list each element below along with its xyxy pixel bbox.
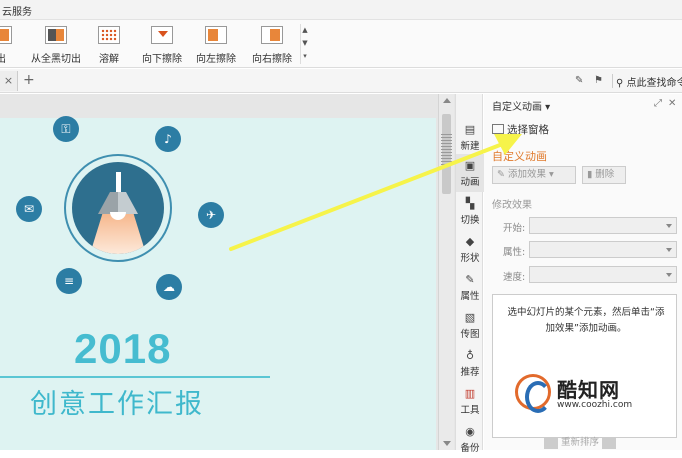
coozhi-logo-icon <box>515 374 551 413</box>
speed-label: 速度: <box>503 272 526 283</box>
canvas-margin <box>0 94 436 118</box>
animation-ribbon: 出 从全黑切出 溶解 向下擦除 向左擦除 向右擦除 ▲ ▼ ▾ <box>0 20 682 68</box>
watermark-name: 酷知网 <box>557 378 620 402</box>
gallery-down-icon[interactable]: ▼ <box>301 37 309 50</box>
ribbon-item-dissolve[interactable]: 溶解 <box>94 24 124 65</box>
slide-subtitle[interactable]: 创意工作汇报 <box>30 382 204 421</box>
wipe-down-icon <box>151 26 173 44</box>
strip-item-new[interactable]: ▤ 新建 <box>456 118 484 156</box>
strip-item-upload-image[interactable]: ▧ 传图 <box>456 306 484 344</box>
ribbon-item-wipe-left[interactable]: 向左擦除 <box>194 24 238 65</box>
task-pane-strip: ▤ 新建 ▣ 动画 ▚ 切换 ◆ 形状 ✎ 属性 ▧ 传图 ♁ 推荐 ▥ 工具 … <box>455 94 484 454</box>
lamp-shade <box>98 192 138 214</box>
command-search[interactable]: ⚲ 点此查找命令 <box>612 74 682 88</box>
animation-list[interactable]: 选中幻灯片的某个元素，然后单击“添加效果”添加动画。 <box>492 294 677 438</box>
chat-icon[interactable]: ✉ <box>16 196 42 222</box>
start-select[interactable] <box>529 217 677 234</box>
bird-icon[interactable]: ✈ <box>198 202 224 228</box>
strip-item-tools[interactable]: ▥ 工具 <box>456 382 484 420</box>
ribbon-item-wipe-down[interactable]: 向下擦除 <box>140 24 184 65</box>
cloud-service-label[interactable]: 云服务 <box>2 3 32 18</box>
lamp-light <box>90 214 146 254</box>
canvas-scrollbar[interactable] <box>438 94 454 450</box>
scroll-down-icon[interactable] <box>443 441 451 446</box>
new-doc-icon: ▤ <box>464 123 476 136</box>
flag-icon[interactable]: ⚑ <box>594 75 606 87</box>
trash-icon: ▮ <box>587 169 593 180</box>
command-search-label: 点此查找命令 <box>626 78 682 88</box>
panel-title-dropdown[interactable]: 自定义动画 ▾ <box>492 98 550 113</box>
pencil-icon: ✎ <box>497 169 505 180</box>
transition-icon: ▚ <box>465 197 475 210</box>
shape-icon: ◆ <box>465 235 475 248</box>
new-tab-button[interactable]: + <box>23 72 35 88</box>
delete-button[interactable]: ▮ 删除 <box>582 166 626 184</box>
expand-icon[interactable]: ⤢ <box>654 98 662 109</box>
coozhi-watermark: 酷知网 www.coozhi.com <box>515 374 655 414</box>
move-up-icon[interactable] <box>544 436 558 449</box>
tab-close-button[interactable]: × <box>0 71 18 91</box>
add-effect-button[interactable]: ✎ 添加效果 ▾ <box>492 166 576 184</box>
lock-icon[interactable]: ⚿ <box>53 116 79 142</box>
fly-out-icon <box>0 26 12 44</box>
add-effect-label: 添加效果 <box>508 169 547 180</box>
section-title: 自定义动画 <box>492 150 547 163</box>
animation-icon: ▣ <box>464 159 476 172</box>
title-bar: 云服务 <box>0 0 682 20</box>
strip-item-shape[interactable]: ◆ 形状 <box>456 230 484 268</box>
gallery-up-icon[interactable]: ▲ <box>301 24 309 37</box>
wipe-left-icon <box>205 26 227 44</box>
title-divider <box>0 376 270 378</box>
search-icon: ⚲ <box>616 78 624 88</box>
lamp-circle <box>72 162 164 254</box>
wipe-right-icon <box>261 26 283 44</box>
cut-from-black-icon <box>45 26 67 44</box>
dissolve-icon <box>98 26 120 44</box>
ribbon-item-cut-from-black[interactable]: 从全黑切出 <box>28 24 84 65</box>
brush-icon[interactable]: ✎ <box>575 75 587 87</box>
property-label: 属性: <box>503 247 526 258</box>
settings-sliders-icon[interactable]: ≡ <box>56 268 82 294</box>
ribbon-item-fly-out[interactable]: 出 <box>0 24 12 65</box>
gallery-more-icon[interactable]: ▾ <box>301 50 309 63</box>
scroll-up-icon[interactable] <box>443 98 451 103</box>
selection-pane-icon <box>492 124 504 134</box>
selection-pane-label: 选择窗格 <box>507 124 549 136</box>
watermark-url: www.coozhi.com <box>557 400 633 410</box>
strip-item-backup[interactable]: ◉ 备份 <box>456 420 484 458</box>
ribbon-gallery-scroll[interactable]: ▲ ▼ ▾ <box>300 24 309 64</box>
lamp-illustration[interactable] <box>64 154 172 262</box>
selection-pane-button[interactable]: 选择窗格 <box>492 122 549 137</box>
properties-icon: ✎ <box>465 273 475 286</box>
document-tab-row: × + ✎ ⚑ ⚲ 点此查找命令 <box>0 69 682 93</box>
property-select[interactable] <box>529 241 677 258</box>
move-down-icon[interactable] <box>602 436 617 449</box>
strip-item-properties[interactable]: ✎ 属性 <box>456 268 484 306</box>
delete-label: 删除 <box>595 169 615 180</box>
modify-effect-title: 修改效果 <box>492 200 532 211</box>
recommend-icon: ♁ <box>465 349 475 362</box>
slide-year[interactable]: 2018 <box>74 325 171 373</box>
strip-item-animation[interactable]: ▣ 动画 <box>456 154 484 192</box>
cloud-upload-icon[interactable]: ☁ <box>156 274 182 300</box>
speaker-icon[interactable]: ♪ <box>155 126 181 152</box>
strip-item-recommend[interactable]: ♁ 推荐 <box>456 344 484 382</box>
backup-icon: ◉ <box>465 425 475 438</box>
scroll-grip[interactable] <box>441 134 452 166</box>
speed-select[interactable] <box>529 266 677 283</box>
strip-item-transition[interactable]: ▚ 切换 <box>456 192 484 230</box>
toolbox-icon: ▥ <box>464 387 476 400</box>
start-label: 开始: <box>503 223 526 234</box>
lamp-cord <box>116 172 121 192</box>
reorder-label: 重新排序 <box>561 437 600 448</box>
reorder-row: 重新排序 <box>544 434 617 449</box>
hint-text: 选中幻灯片的某个元素，然后单击“添加效果”添加动画。 <box>507 307 665 334</box>
close-icon[interactable]: ✕ <box>668 98 676 109</box>
ribbon-item-wipe-right[interactable]: 向右擦除 <box>250 24 294 65</box>
upload-image-icon: ▧ <box>464 311 476 324</box>
